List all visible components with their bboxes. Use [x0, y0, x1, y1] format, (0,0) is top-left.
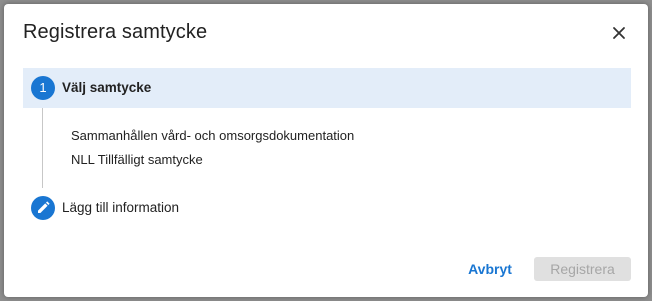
step-label: Välj samtycke	[62, 80, 152, 95]
register-button[interactable]: Registrera	[534, 257, 631, 281]
consent-option-nll-tillfalligt[interactable]: NLL Tillfälligt samtycke	[71, 152, 203, 167]
dialog-title: Registrera samtycke	[23, 21, 208, 43]
step-label: Lägg till information	[62, 200, 180, 215]
cancel-button[interactable]: Avbryt	[462, 258, 518, 280]
step-number-badge: 1	[31, 76, 55, 100]
register-consent-dialog: Registrera samtycke 1 Välj samtycke Samm…	[4, 4, 648, 297]
consent-option-sammanhallen[interactable]: Sammanhållen vård- och omsorgsdokumentat…	[71, 128, 354, 143]
pencil-icon	[31, 201, 55, 215]
step-connector-line	[42, 108, 43, 188]
step-add-information[interactable]: Lägg till information	[23, 188, 631, 228]
close-button[interactable]	[608, 22, 630, 44]
step-select-consent[interactable]: 1 Välj samtycke	[23, 68, 631, 108]
close-icon	[608, 22, 630, 44]
step-edit-badge	[31, 196, 55, 220]
